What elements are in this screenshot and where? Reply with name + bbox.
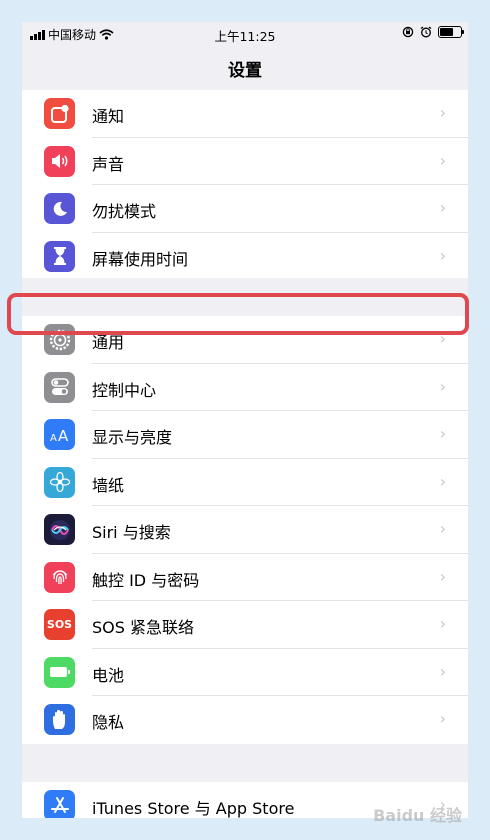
settings-row-emergency-sos[interactable]: SOS SOS 紧急联络 ›: [22, 601, 468, 649]
chevron-right-icon: ›: [439, 519, 446, 538]
watermark: Baidu 经验: [373, 806, 462, 825]
page-title: 设置: [228, 61, 262, 81]
settings-row-touch-id-passcode[interactable]: 触控 ID 与密码 ›: [22, 554, 468, 601]
settings-row-label: 通知: [92, 107, 125, 126]
settings-row-siri-search[interactable]: Siri 与搜索 ›: [22, 506, 468, 554]
chevron-right-icon: ›: [439, 661, 446, 681]
settings-row-label: 电池: [92, 665, 125, 685]
settings-row-label: 控制中心: [92, 380, 157, 400]
chevron-right-icon: ›: [439, 614, 446, 633]
settings-screen: 中国移动 上午11:25 设置 通知 › 声音 › 勿扰模式 › 屏幕使用时间 …: [22, 22, 468, 818]
flower-icon: [44, 466, 75, 498]
hourglass-icon: [44, 240, 75, 272]
sos-icon: SOS: [44, 609, 75, 640]
toggles-icon: [44, 371, 75, 403]
status-bar: 中国移动 上午11:25: [22, 22, 468, 44]
svg-text:A: A: [50, 433, 57, 443]
chevron-right-icon: ›: [439, 376, 446, 396]
settings-row-label: 隐私: [92, 713, 125, 732]
settings-row-sounds[interactable]: 声音 ›: [22, 138, 468, 185]
battery-status-icon: [438, 26, 464, 38]
chevron-right-icon: ›: [439, 566, 446, 586]
settings-row-wallpaper[interactable]: 墙纸 ›: [22, 459, 468, 506]
settings-row-label: 墙纸: [92, 475, 125, 495]
hand-icon: [44, 704, 75, 735]
fingerprint-icon: [44, 561, 75, 593]
chevron-right-icon: ›: [439, 198, 446, 217]
chevron-right-icon: ›: [439, 103, 446, 122]
settings-row-label: iTunes Store 与 App Store: [92, 799, 295, 818]
text-size-icon: AA: [44, 419, 75, 450]
settings-group-1: 通知 › 声音 › 勿扰模式 › 屏幕使用时间 ›: [22, 90, 468, 278]
svg-text:A: A: [58, 427, 69, 443]
chevron-right-icon: ›: [439, 150, 446, 170]
settings-row-label: 屏幕使用时间: [92, 249, 189, 269]
settings-row-label: 显示与亮度: [92, 428, 173, 447]
status-right: [402, 26, 464, 38]
settings-row-notifications[interactable]: 通知 ›: [22, 90, 468, 138]
settings-row-battery[interactable]: 电池 ›: [22, 649, 468, 696]
app-store-icon: [44, 790, 75, 818]
settings-row-label: Siri 与搜索: [92, 523, 171, 542]
settings-row-privacy[interactable]: 隐私 ›: [22, 696, 468, 744]
notifications-icon: [44, 98, 75, 129]
highlight-box-general: [7, 293, 469, 335]
settings-row-do-not-disturb[interactable]: 勿扰模式 ›: [22, 185, 468, 233]
settings-row-display-brightness[interactable]: AA 显示与亮度 ›: [22, 411, 468, 459]
chevron-right-icon: ›: [439, 471, 446, 491]
alarm-icon: [420, 26, 432, 38]
settings-row-label: SOS 紧急联络: [92, 618, 194, 637]
sound-icon: [44, 145, 75, 177]
sos-icon-text: SOS: [46, 618, 73, 631]
battery-icon: [44, 656, 75, 688]
settings-row-screen-time[interactable]: 屏幕使用时间 ›: [22, 233, 468, 281]
settings-row-label: 触控 ID 与密码: [92, 570, 200, 590]
siri-icon: [44, 514, 75, 545]
rotation-lock-icon: [402, 26, 414, 38]
settings-row-label: 声音: [92, 154, 125, 174]
settings-row-control-center[interactable]: 控制中心 ›: [22, 364, 468, 411]
settings-group-2: 通用 › 控制中心 › AA 显示与亮度 › 墙纸 › Siri 与搜索 › 触…: [22, 316, 468, 744]
chevron-right-icon: ›: [439, 245, 446, 265]
moon-icon: [44, 193, 75, 224]
chevron-right-icon: ›: [439, 424, 446, 443]
settings-row-label: 勿扰模式: [92, 202, 157, 221]
chevron-right-icon: ›: [439, 709, 446, 728]
